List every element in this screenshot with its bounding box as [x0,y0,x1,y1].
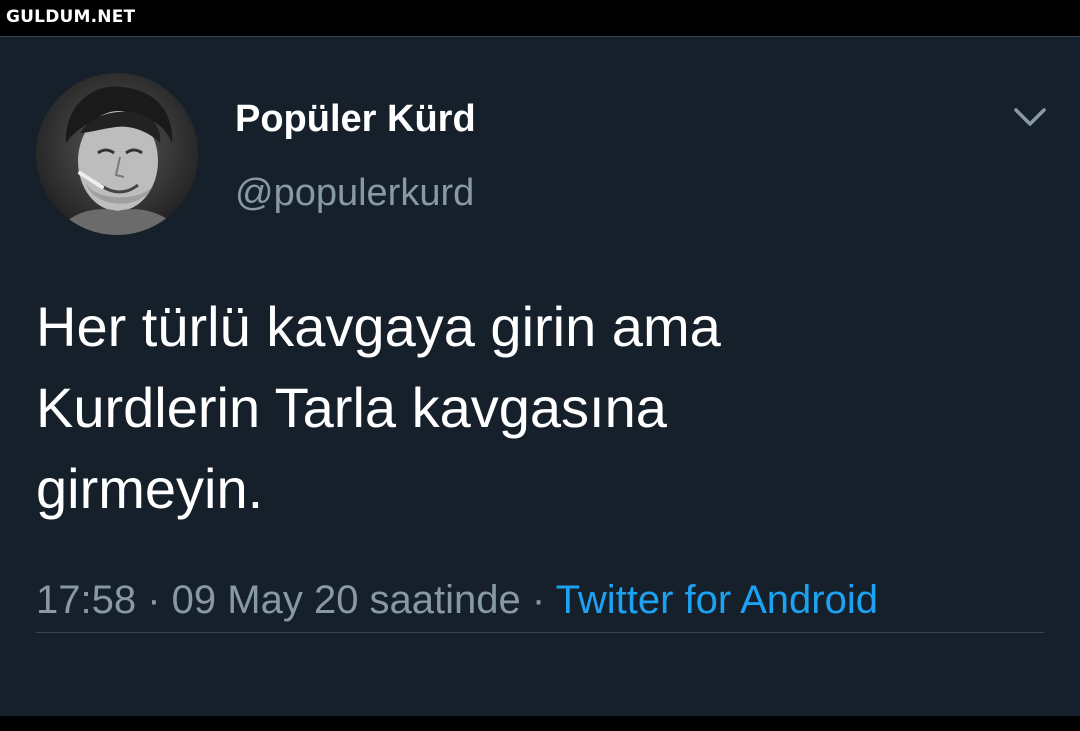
chevron-down-icon[interactable] [1010,100,1050,134]
meta-separator: · [136,578,172,622]
tweet-date[interactable]: 09 May 20 saatinde [172,578,521,622]
tweet-source-link[interactable]: Twitter for Android [556,578,878,622]
bottom-divider [36,632,1044,633]
user-handle[interactable]: @populerkurd [235,172,474,215]
tweet-meta: 17:58 · 09 May 20 saatinde · Twitter for… [36,578,878,623]
tweet-text: Her türlü kavgaya girin ama Kurdlerin Ta… [36,286,1046,529]
meta-separator: · [520,578,556,622]
tweet-text-line: girmeyin. [36,457,264,520]
watermark-logo: GULDUM.NET [6,7,136,27]
avatar-photo [36,73,198,235]
tweet-time[interactable]: 17:58 [36,578,136,622]
avatar[interactable] [36,73,198,235]
tweet-text-line: Kurdlerin Tarla kavgasına [36,376,667,439]
top-divider [0,36,1080,37]
display-name[interactable]: Popüler Kürd [235,98,476,141]
bottom-bar [0,716,1080,731]
watermark-bar: GULDUM.NET [0,0,1080,36]
tweet-text-line: Her türlü kavgaya girin ama [36,295,721,358]
